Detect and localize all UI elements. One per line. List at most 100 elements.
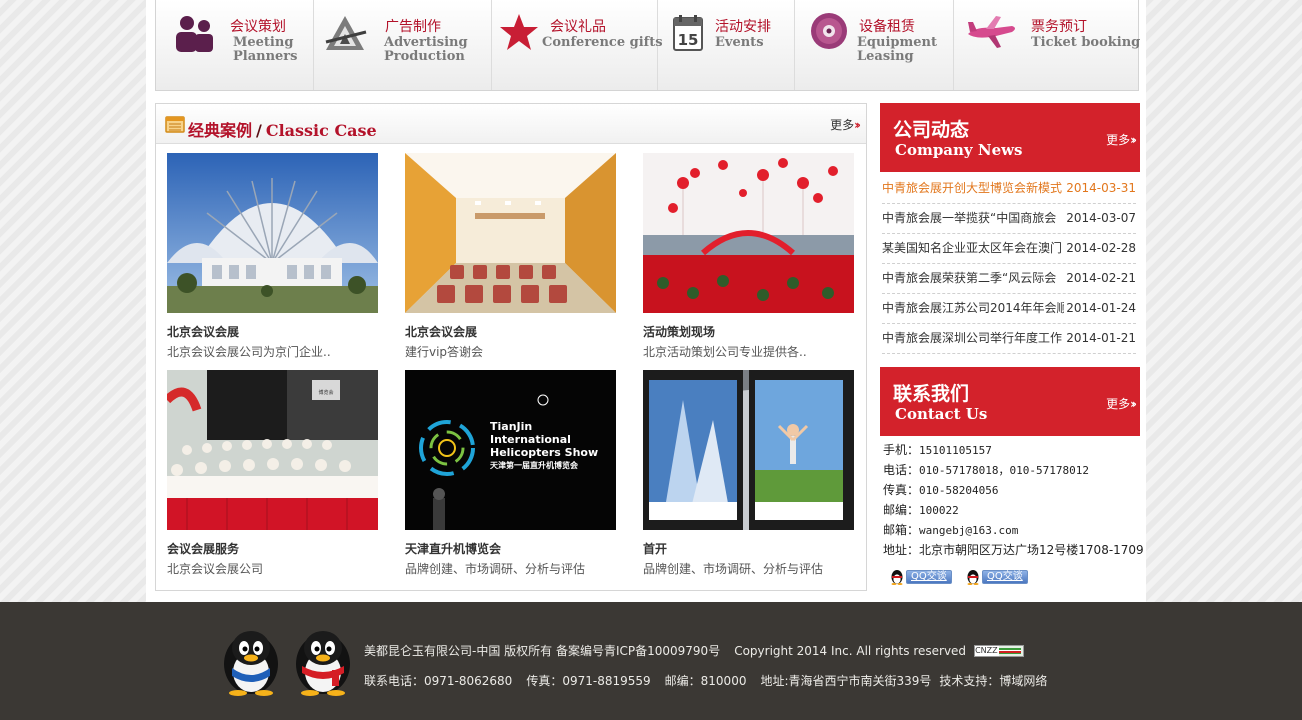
case-item[interactable]: 首开 品牌创建、市场调研、分析与评估 <box>643 370 855 576</box>
news-date: 2014-03-31 <box>1066 181 1136 195</box>
company-news-title-en: Company News <box>895 141 1023 159</box>
service-title-cn: 会议礼品 <box>550 19 606 35</box>
case-title[interactable]: 会议会展服务 <box>167 540 239 557</box>
case-item[interactable]: 北京会议会展 北京会议会展公司为京门企业.. <box>167 153 379 359</box>
contact-info: 手机：15101105157 电话：010-57178018，010-57178… <box>883 440 1144 560</box>
case-photo-event-site[interactable] <box>643 153 854 313</box>
news-title[interactable]: 某美国知名企业亚太区年会在澳门 <box>882 234 1064 263</box>
contact-us-title-cn: 联系我们 <box>893 383 970 405</box>
photo-sign-text: 博览会 <box>318 389 333 396</box>
service-title-en-line2: Leasing <box>857 49 914 64</box>
photo-text-line: Helicopters Show <box>490 446 598 459</box>
service-events[interactable]: 15 活动安排 Events <box>658 0 795 90</box>
contact-value: 15101105157 <box>919 444 992 457</box>
cnzz-label: CNZZ <box>975 645 998 655</box>
contact-label: 电话： <box>883 463 920 477</box>
news-item[interactable]: 中青旅会展荣获第二季“风云际会 2014-02-21 <box>882 264 1136 294</box>
footer-fax: 传真：0971-8819559 <box>526 674 651 688</box>
case-title[interactable]: 天津直升机博览会 <box>405 540 501 557</box>
contact-value: 北京市朝阳区万达广场12号楼1708-1709 <box>919 543 1144 557</box>
case-description[interactable]: 北京会议会展公司 <box>167 560 263 577</box>
classic-case-header: 经典案例 / Classic Case 更多›› <box>156 104 866 144</box>
case-photo-stadium[interactable] <box>167 153 378 313</box>
case-description[interactable]: 北京会议会展公司为京门企业.. <box>167 343 331 360</box>
service-advertising-production[interactable]: 广告制作 Advertising Production <box>314 0 492 90</box>
service-equipment-leasing[interactable]: 设备租赁 Equipment Leasing <box>795 0 954 90</box>
case-description[interactable]: 北京活动策划公司专业提供各.. <box>643 343 807 360</box>
news-title[interactable]: 中青旅会展深圳公司举行年度工作 <box>882 324 1064 353</box>
news-item[interactable]: 中青旅会展江苏公司2014年年会顺 2014-01-24 <box>882 294 1136 324</box>
case-description[interactable]: 建行vip答谢会 <box>405 343 483 360</box>
more-label: 更多 <box>830 118 855 132</box>
contact-label: 手机： <box>883 443 920 457</box>
cnzz-badge-icon[interactable]: CNZZ <box>974 644 1025 657</box>
qq-penguin-blue-icon[interactable] <box>220 626 282 696</box>
contact-value: 010-57178018，010-57178012 <box>919 464 1089 477</box>
case-item[interactable]: 活动策划现场 北京活动策划公司专业提供各.. <box>643 153 855 359</box>
news-title[interactable]: 中青旅会展一举揽获“中国商旅会 <box>882 204 1064 233</box>
case-title[interactable]: 北京会议会展 <box>167 323 239 340</box>
qq-chat-label[interactable]: QQ交谈 <box>982 570 1028 584</box>
service-title-cn: 活动安排 <box>715 19 771 35</box>
case-photo-billboards[interactable] <box>643 370 854 530</box>
classic-case-title-en: Classic Case <box>265 121 377 140</box>
contact-label: 邮箱： <box>883 523 920 537</box>
footer-tech-support[interactable]: 技术支持：博域网络 <box>939 674 1047 688</box>
contact-value: 100022 <box>919 504 959 517</box>
footer-copyright: Copyright 2014 Inc. All rights reserved <box>734 644 967 658</box>
service-title-en: Conference gifts <box>542 36 663 50</box>
contact-value: wangebj@163.com <box>919 524 1019 537</box>
news-title[interactable]: 中青旅会展江苏公司2014年年会顺 <box>882 294 1064 323</box>
case-item[interactable]: 博览会 会议会展服务 北京会议会展公司 <box>167 370 379 576</box>
service-title-en-line1: Equipment <box>857 35 937 50</box>
contact-label: 传真： <box>883 483 920 497</box>
news-item[interactable]: 中青旅会展开创大型博览会新模式 2014-03-31 <box>882 174 1136 204</box>
classic-case-title: 经典案例 / Classic Case <box>188 117 377 141</box>
contact-value: 010-58204056 <box>919 484 999 497</box>
contact-us-header: 联系我们 Contact Us 更多›› <box>880 367 1140 436</box>
calendar-number: 15 <box>678 31 699 49</box>
service-ticket-booking[interactable]: 票务预订 Ticket booking <box>954 0 1140 90</box>
qq-chat-button[interactable]: QQ交谈 <box>890 568 952 586</box>
qq-chat-button[interactable]: QQ交谈 <box>966 568 1028 586</box>
meeting-planners-icon <box>170 12 220 54</box>
news-title[interactable]: 中青旅会展荣获第二季“风云际会 <box>882 264 1064 293</box>
qq-chat-label[interactable]: QQ交谈 <box>906 570 952 584</box>
footer-phone: 联系电话：0971-8062680 <box>364 674 513 688</box>
case-title[interactable]: 北京会议会展 <box>405 323 477 340</box>
classic-case-more-link[interactable]: 更多›› <box>830 116 861 133</box>
case-photo-meeting-room[interactable] <box>405 153 616 313</box>
case-description[interactable]: 品牌创建、市场调研、分析与评估 <box>405 560 585 577</box>
news-item[interactable]: 中青旅会展一举揽获“中国商旅会 2014-03-07 <box>882 204 1136 234</box>
case-photo-banquet[interactable]: 博览会 <box>167 370 378 530</box>
news-date: 2014-01-24 <box>1066 301 1136 315</box>
case-item[interactable]: TianJin International Helicopters Show 天… <box>405 370 617 576</box>
news-date: 2014-02-21 <box>1066 271 1136 285</box>
company-news-list: 中青旅会展开创大型博览会新模式 2014-03-31 中青旅会展一举揽获“中国商… <box>882 174 1136 354</box>
case-photo-helicopter-show[interactable]: TianJin International Helicopters Show 天… <box>405 370 616 530</box>
case-item[interactable]: 北京会议会展 建行vip答谢会 <box>405 153 617 359</box>
contact-us-title-en: Contact Us <box>895 405 988 423</box>
service-title-cn: 会议策划 <box>230 19 286 35</box>
service-bar: 会议策划 Meeting Planners 广告制作 Advertising P… <box>155 0 1140 91</box>
news-title[interactable]: 中青旅会展开创大型博览会新模式 <box>882 174 1064 203</box>
title-slash: / <box>256 121 262 140</box>
service-title-en-line1: Advertising <box>384 35 468 50</box>
service-meeting-planners[interactable]: 会议策划 Meeting Planners <box>156 0 314 90</box>
company-news-more-link[interactable]: 更多›› <box>1106 131 1137 148</box>
footer-zip: 邮编：810000 <box>664 674 747 688</box>
qq-penguin-icon <box>891 570 903 585</box>
footer-copyright-line: 美都昆仑玉有限公司-中国 版权所有 备案编号青ICP备10009790号 Copy… <box>364 642 1025 659</box>
case-description[interactable]: 品牌创建、市场调研、分析与评估 <box>643 560 823 577</box>
news-item[interactable]: 某美国知名企业亚太区年会在澳门 2014-02-28 <box>882 234 1136 264</box>
contact-us-more-link[interactable]: 更多›› <box>1106 395 1137 412</box>
news-date: 2014-01-21 <box>1066 331 1136 345</box>
news-item[interactable]: 中青旅会展深圳公司举行年度工作 2014-01-21 <box>882 324 1136 354</box>
double-chevron-right-icon: ›› <box>1130 133 1137 147</box>
case-title[interactable]: 首开 <box>643 540 667 557</box>
service-title-cn: 设备租赁 <box>859 19 915 35</box>
service-title-en-line1: Conference gifts <box>542 35 663 50</box>
case-title[interactable]: 活动策划现场 <box>643 323 715 340</box>
service-conference-gifts[interactable]: 会议礼品 Conference gifts <box>492 0 663 90</box>
qq-penguin-red-icon[interactable] <box>292 626 354 696</box>
